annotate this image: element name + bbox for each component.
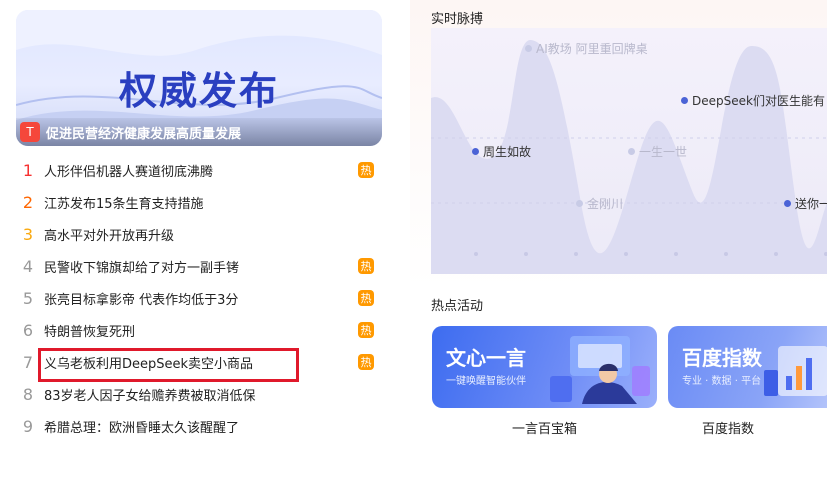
pulse-chart: AI教场 阿里重回牌桌 DeepSeek们对医生能有 周生如故 一生一世 金刚川… bbox=[431, 28, 827, 274]
hot-rank: 5 bbox=[22, 288, 34, 308]
hot-rank: 3 bbox=[22, 224, 34, 244]
hot-list-item[interactable]: 9 希腊总理：欧洲昏睡太久该醒醒了 bbox=[16, 410, 382, 442]
hot-title-link[interactable]: 江苏发布15条生育支持措施 bbox=[44, 193, 204, 212]
pulse-label[interactable]: 周生如故 bbox=[472, 143, 531, 160]
hot-title-link[interactable]: 83岁老人因子女给赡养费被取消低保 bbox=[44, 385, 256, 404]
right-column: 实时脉搏 AI教场 阿里重回牌桌 DeepSeek们对医生能有 周生如故 一生一… bbox=[410, 0, 827, 482]
card-label-yiyan[interactable]: 一言百宝箱 bbox=[432, 418, 657, 437]
hot-title-link[interactable]: 希腊总理：欧洲昏睡太久该醒醒了 bbox=[44, 417, 239, 436]
hot-list-item[interactable]: 3 高水平对外开放再升级 bbox=[16, 218, 382, 250]
dot-icon bbox=[525, 45, 532, 52]
card-title: 百度指数 bbox=[682, 346, 762, 370]
pulse-label[interactable]: DeepSeek们对医生能有 bbox=[681, 92, 825, 109]
card-label-index[interactable]: 百度指数 bbox=[668, 418, 788, 437]
page: 权威发布 T 促进民营经济健康发展高质量发展 1 人形伴侣机器人赛道彻底沸腾热 2 江… bbox=[0, 0, 827, 482]
hot-rank: 8 bbox=[22, 384, 34, 404]
pulse-section-title: 实时脉搏 bbox=[431, 12, 484, 27]
card-title: 文心一言 bbox=[446, 346, 526, 370]
card-subtitle: 专业 · 数据 · 平台 bbox=[682, 376, 762, 387]
hot-list-item[interactable]: 6 特朗普恢复死刑 热 bbox=[16, 314, 382, 346]
hot-tag-badge: 热 bbox=[358, 354, 374, 370]
hot-list-item[interactable]: 2 江苏发布15条生育支持措施 bbox=[16, 186, 382, 218]
dot-icon bbox=[681, 97, 688, 104]
hot-tag-badge: 热 bbox=[358, 162, 374, 178]
hot-tag-badge: 热 bbox=[358, 290, 374, 306]
baidu-index-card[interactable]: 百度指数 专业 · 数据 · 平台 bbox=[668, 326, 827, 408]
hot-rank: 2 bbox=[22, 192, 34, 212]
hot-title-link[interactable]: 义乌老板利用DeepSeek卖空小商品 bbox=[44, 353, 253, 372]
hot-title-link[interactable]: 人形伴侣机器人赛道彻底沸腾 bbox=[44, 161, 213, 180]
activities-section-title: 热点活动 bbox=[431, 299, 484, 314]
pulse-label[interactable]: 一生一世 bbox=[628, 143, 687, 160]
top-pin-icon: T bbox=[20, 122, 40, 142]
card-subtitle: 一键唤醒智能伙伴 bbox=[446, 376, 526, 387]
dot-icon bbox=[576, 200, 583, 207]
hot-list-item[interactable]: 1 人形伴侣机器人赛道彻底沸腾 热 bbox=[16, 154, 382, 186]
hot-title-link[interactable]: 特朗普恢复死刑 bbox=[44, 321, 135, 340]
left-column: 权威发布 T 促进民营经济健康发展高质量发展 1 人形伴侣机器人赛道彻底沸腾热 2 江… bbox=[0, 0, 410, 482]
dot-icon bbox=[628, 148, 635, 155]
hot-list-item[interactable]: 7 义乌老板利用DeepSeek卖空小商品 热 bbox=[16, 346, 382, 378]
hot-rank: 4 bbox=[22, 256, 34, 276]
banner-caption: 促进民营经济健康发展高质量发展 bbox=[46, 126, 242, 142]
hot-rank: 1 bbox=[22, 160, 34, 180]
hot-list-item[interactable]: 5 张亮目标拿影帝 代表作均低于3分 热 bbox=[16, 282, 382, 314]
hot-tag-badge: 热 bbox=[358, 258, 374, 274]
authority-release-banner[interactable]: 权威发布 T 促进民营经济健康发展高质量发展 bbox=[16, 10, 382, 146]
hot-tag-badge: 热 bbox=[358, 322, 374, 338]
banner-title: 权威发布 bbox=[118, 69, 279, 113]
hot-list-item[interactable]: 4 民警收下锦旗却给了对方一副手铐 热 bbox=[16, 250, 382, 282]
hot-rank: 6 bbox=[22, 320, 34, 340]
pulse-label[interactable]: 金刚川 bbox=[576, 195, 623, 212]
banner-caption-bar: T 促进民营经济健康发展高质量发展 bbox=[16, 118, 382, 146]
hot-title-link[interactable]: 民警收下锦旗却给了对方一副手铐 bbox=[44, 257, 239, 276]
dot-icon bbox=[472, 148, 479, 155]
dot-icon bbox=[784, 200, 791, 207]
wenxin-yiyan-card[interactable]: 文心一言 一键唤醒智能伙伴 bbox=[432, 326, 657, 408]
pulse-label[interactable]: AI教场 阿里重回牌桌 bbox=[525, 40, 648, 57]
hot-list-item[interactable]: 8 83岁老人因子女给赡养费被取消低保 bbox=[16, 378, 382, 410]
hot-rank: 7 bbox=[22, 352, 34, 372]
pulse-label[interactable]: 送你一 bbox=[784, 195, 827, 212]
hot-title-link[interactable]: 高水平对外开放再升级 bbox=[44, 225, 174, 244]
hot-title-link[interactable]: 张亮目标拿影帝 代表作均低于3分 bbox=[44, 289, 238, 308]
hot-search-list: 1 人形伴侣机器人赛道彻底沸腾热 2 江苏发布15条生育支持措施 3 高水平对外开放再升级… bbox=[16, 154, 382, 442]
hot-rank: 9 bbox=[22, 416, 34, 436]
